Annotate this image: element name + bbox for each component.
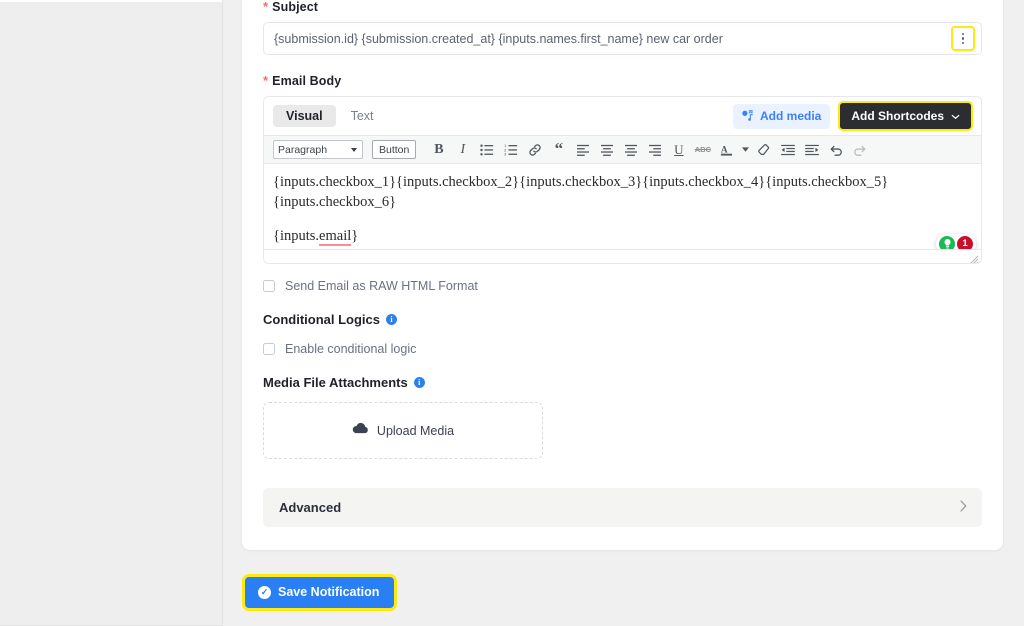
upload-media-label: Upload Media [377,424,454,438]
subject-label: * Subject [263,0,982,14]
paragraph-format-value: Paragraph [278,144,327,156]
blockquote-icon[interactable]: “ [547,138,570,161]
footer-actions: ✓ Save Notification [242,574,397,611]
info-icon[interactable]: i [386,314,397,325]
save-notification-button[interactable]: ✓ Save Notification [242,574,397,611]
raw-html-row: Send Email as RAW HTML Format [263,279,982,293]
paragraph-format-select[interactable]: Paragraph [273,140,363,159]
kebab-dot-3 [962,42,965,45]
insert-button-shortcode[interactable]: Button [372,140,416,159]
editor-misspelled-word: email [319,228,351,246]
media-attachments-title-text: Media File Attachments [263,375,408,390]
editor-footer [264,249,981,263]
kebab-dot-2 [962,37,965,40]
tab-text[interactable]: Text [338,105,387,128]
conditional-logics-title-text: Conditional Logics [263,312,380,327]
cloud-upload-icon [352,422,369,440]
raw-html-label: Send Email as RAW HTML Format [285,279,478,293]
app-page: * Subject * Email Body Visual [0,0,1024,625]
left-side-panel [0,0,223,626]
editor-actions: Add media Add Shortcodes [733,101,973,131]
align-left-icon[interactable] [571,138,594,161]
svg-text:3: 3 [504,152,506,155]
add-shortcodes-label: Add Shortcodes [851,110,944,122]
advanced-section-toggle[interactable]: Advanced [263,488,982,527]
bulleted-list-icon[interactable] [475,138,498,161]
enable-conditional-logic-label: Enable conditional logic [285,342,416,356]
subject-options-button[interactable] [951,26,975,51]
editor-top-bar: Visual Text Add media [264,97,981,135]
svg-text:2: 2 [504,148,506,152]
upload-media-dropzone[interactable]: Upload Media [263,402,543,459]
svg-text:1: 1 [504,144,506,148]
underline-icon[interactable]: U [667,138,690,161]
undo-icon[interactable] [824,138,847,161]
editor-mode-tabs: Visual Text [273,105,387,128]
conditional-logics-title: Conditional Logics i [263,312,982,327]
info-icon[interactable]: i [414,377,425,388]
chevron-down-icon [951,110,960,122]
email-body-label: * Email Body [263,74,982,88]
editor-paragraph-1: {inputs.checkbox_1}{inputs.checkbox_2}{i… [273,173,967,212]
numbered-list-icon[interactable]: 1 2 3 [499,138,522,161]
add-media-button[interactable]: Add media [733,104,830,129]
link-icon[interactable] [523,138,546,161]
enable-conditional-logic-row: Enable conditional logic [263,342,982,356]
add-shortcodes-button[interactable]: Add Shortcodes [838,101,973,131]
tab-visual[interactable]: Visual [273,105,336,128]
enable-conditional-logic-checkbox[interactable] [263,343,275,355]
outdent-icon[interactable] [776,138,799,161]
clear-formatting-icon[interactable] [752,138,775,161]
add-media-label: Add media [760,110,821,122]
media-attachments-title: Media File Attachments i [263,375,982,390]
color-caret-icon[interactable] [739,138,751,161]
left-panel-top-edge [0,0,222,2]
editor-paragraph-2: {inputs.email} [273,227,967,247]
align-right-icon[interactable] [643,138,666,161]
chevron-right-icon [960,499,967,517]
redo-icon[interactable] [848,138,871,161]
bold-icon[interactable]: B [427,138,450,161]
notification-settings-card: * Subject * Email Body Visual [242,0,1003,550]
select-caret-icon [351,148,357,152]
editor-formatting-toolbar: Paragraph Button B I [264,135,981,164]
subject-label-text: Subject [272,0,318,14]
card-content: * Subject * Email Body Visual [263,0,982,527]
advanced-label: Advanced [279,500,341,515]
italic-icon[interactable]: I [451,138,474,161]
media-icon [741,109,754,124]
required-asterisk-subject: * [263,0,268,13]
email-body-label-text: Email Body [272,74,341,88]
strikethrough-icon[interactable]: ABC [691,138,714,161]
kebab-vertical-icon [962,33,965,36]
text-color-icon[interactable]: A [715,138,738,161]
editor-resize-handle[interactable] [969,252,979,262]
required-asterisk-email-body: * [263,74,268,87]
subject-input[interactable] [263,22,982,55]
align-justify-icon[interactable] [619,138,642,161]
save-notification-label: Save Notification [278,586,379,599]
align-center-icon[interactable] [595,138,618,161]
subject-field-row [263,22,982,55]
indent-icon[interactable] [800,138,823,161]
email-body-editor: Visual Text Add media [263,96,982,264]
editor-email-prefix: {inputs. [273,228,319,244]
email-body-content[interactable]: {inputs.checkbox_1}{inputs.checkbox_2}{i… [264,164,981,249]
editor-email-suffix: } [351,228,358,244]
check-circle-icon: ✓ [258,586,271,599]
raw-html-checkbox[interactable] [263,280,275,292]
